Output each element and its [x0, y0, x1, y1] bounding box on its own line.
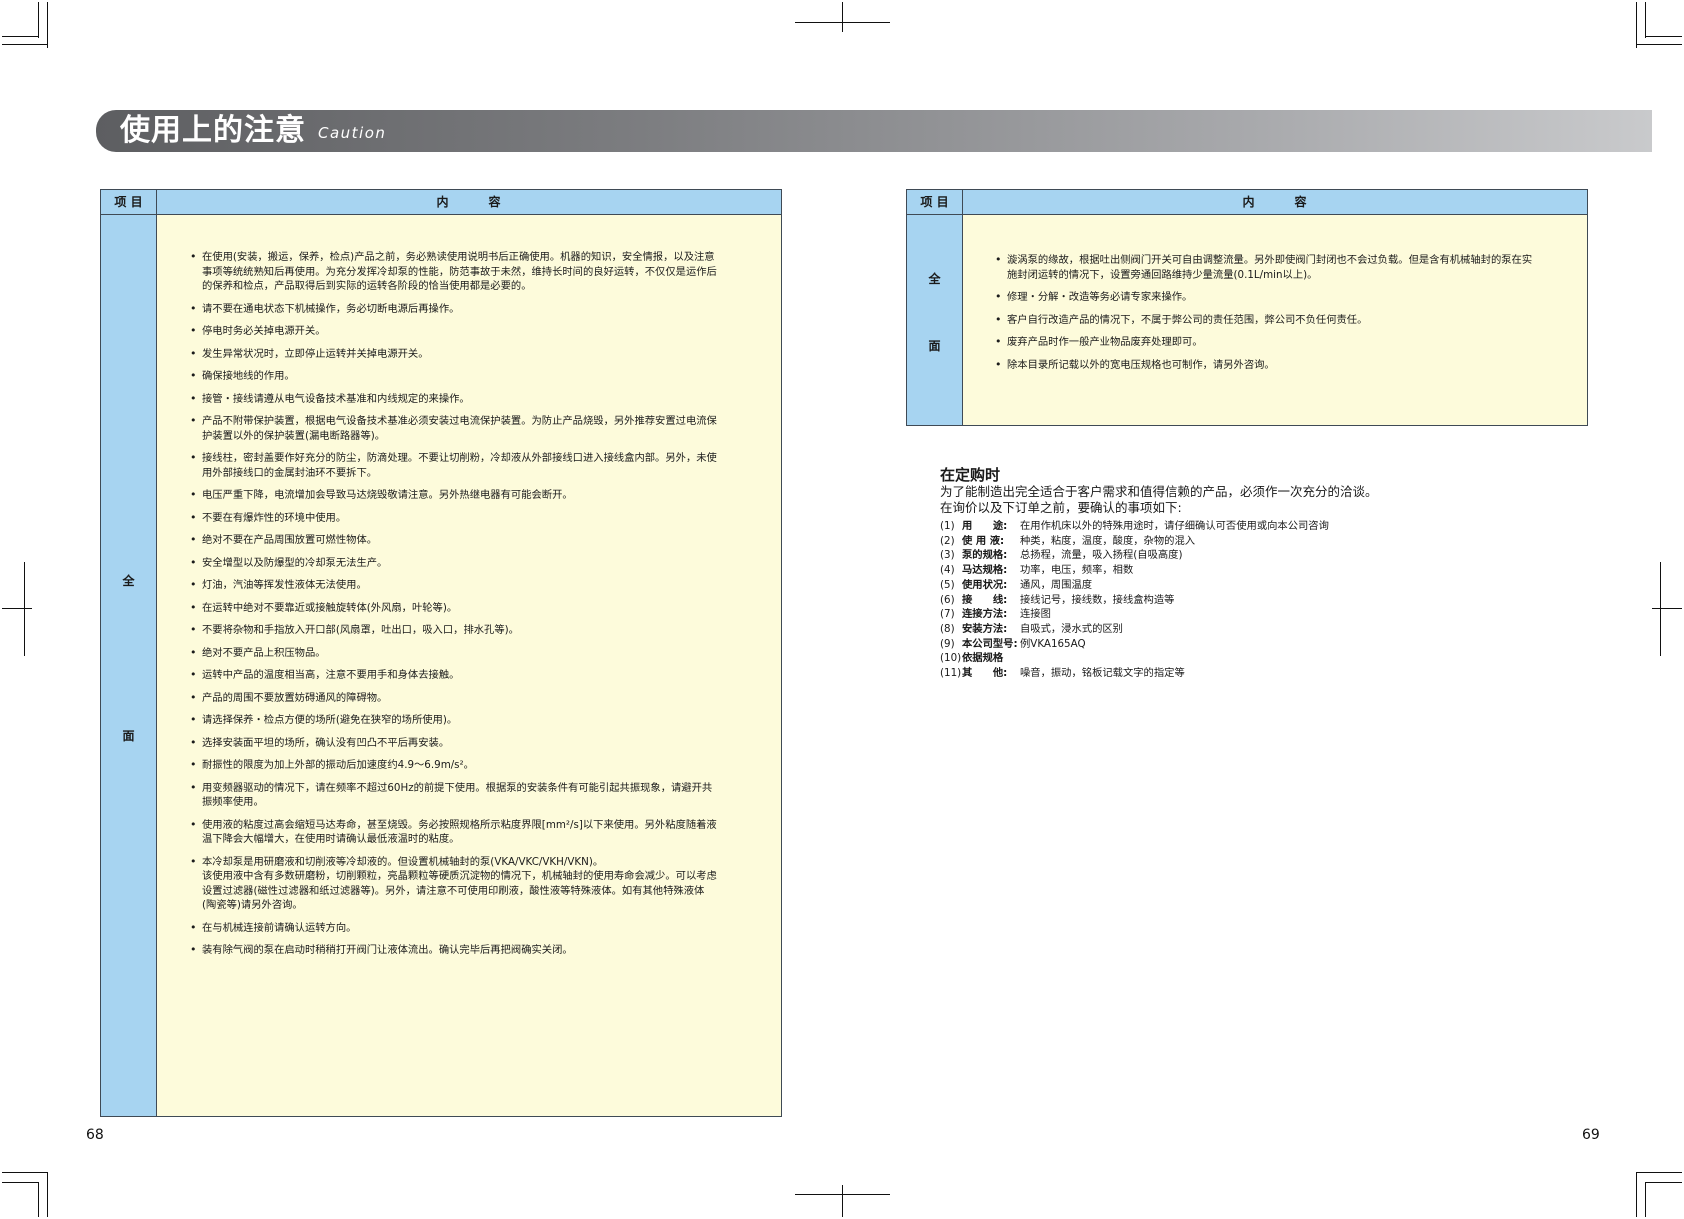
item-text: 噪音，振动，铭板记载文字的指定等: [1020, 667, 1185, 680]
item-number: (1): [940, 520, 955, 532]
list-item: (8) 安装方法: 自吸式，浸水式的区别: [940, 622, 1329, 637]
list-item: 选择安装面平坦的场所，确认没有凹凸不平后再安装。: [190, 736, 760, 751]
list-item: 装有除气阀的泵在启动时稍稍打开阀门让液体流出。确认完毕后再把阀确实关闭。: [190, 943, 760, 958]
list-item: (3) 泵的规格: 总扬程，流量，吸入扬程(自吸高度): [940, 548, 1329, 563]
list-item: (11)其 他: 噪音，振动，铭板记载文字的指定等: [940, 666, 1329, 681]
item-text: 种类，粘度，温度，酸度，杂物的混入: [1020, 534, 1196, 547]
list-item: 绝对不要产品上积压物品。: [190, 646, 760, 661]
list-item: 除本目录所记载以外的宽电压规格也可制作，请另外咨询。: [995, 358, 1575, 373]
item-number: (7): [940, 608, 955, 621]
list-item: (1) 用 途: 在用作机床以外的特殊用途时，请仔细确认可否使用或向本公司咨询: [940, 519, 1329, 534]
list-item: (4) 马达规格: 功率，电压，频率，相数: [940, 563, 1329, 578]
list-item: 请不要在通电状态下机械操作，务必切断电源后再操作。: [190, 302, 760, 317]
item-text: 通风，周围温度: [1020, 578, 1093, 591]
item-char: 全: [122, 574, 135, 588]
item-char: 全: [928, 272, 941, 286]
item-label: 本公司型号:: [962, 637, 1018, 650]
list-item: (7) 连接方法: 连接图: [940, 607, 1329, 622]
list-item: 安全增型以及防爆型的冷却泵无法生产。: [190, 556, 760, 571]
order-heading: 在定购时: [940, 466, 1001, 484]
list-item: 电压严重下降，电流增加会导致马达烧毁敬请注意。另外热继电器有可能会断开。: [190, 488, 760, 503]
item-label: 安装方法:: [962, 622, 1008, 635]
page-number-right: 69: [1582, 1127, 1600, 1143]
item-number: (11): [940, 667, 962, 680]
item-text: 连接图: [1020, 608, 1051, 621]
item-number: (6): [940, 593, 955, 606]
item-label: 其 他:: [962, 667, 1008, 680]
item-label: 使用状况:: [962, 578, 1008, 591]
order-intro-line: 为了能制造出完全适合于客户需求和值得信赖的产品，必须作一次充分的洽谈。: [940, 484, 1378, 499]
list-item: 绝对不要在产品周围放置可燃性物体。: [190, 533, 760, 548]
order-intro-line: 在询价以及下订单之前，要确认的事项如下:: [940, 500, 1182, 515]
item-number: (2): [940, 534, 955, 547]
item-column: 全 面: [907, 215, 963, 425]
item-number: (8): [940, 622, 955, 635]
list-item: 在与机械连接前请确认运转方向。: [190, 921, 760, 936]
list-item: 接管・接线请遵从电气设备技术基准和内线规定的来操作。: [190, 392, 760, 407]
list-item: 在使用(安装，搬运，保养，检点)产品之前，务必熟读使用说明书后正确使用。机器的知…: [190, 250, 760, 294]
list-item: 用变频器驱动的情况下，请在频率不超过60Hz的前提下使用。根据泵的安装条件有可能…: [190, 781, 760, 810]
item-number: (4): [940, 564, 955, 577]
list-item: 请选择保养・检点方便的场所(避免在狭窄的场所使用)。: [190, 713, 760, 728]
item-label: 用 途:: [962, 520, 1008, 532]
list-item: (6) 接 线: 接线记号，接线数，接线盒构造等: [940, 593, 1329, 608]
caution-table-right: 项 目 内 容 全 面 漩涡泵的缘故，根据吐出侧阀门开关可自由调整流量。另外即使…: [906, 189, 1588, 426]
item-text: 接线记号，接线数，接线盒构造等: [1020, 593, 1175, 606]
item-label: 接 线:: [962, 593, 1008, 606]
list-item: 漩涡泵的缘故，根据吐出侧阀门开关可自由调整流量。另外即使阀门封闭也不会过负载。但…: [995, 253, 1575, 282]
table-header: 项 目 内 容: [907, 190, 1587, 215]
list-item: (5) 使用状况: 通风，周围温度: [940, 578, 1329, 593]
item-label: 使 用 液:: [962, 534, 1005, 547]
list-item: 本冷却泵是用研磨液和切削液等冷却液的。但设置机械轴封的泵(VKA/VKC/VKH…: [190, 855, 760, 913]
list-item: (9) 本公司型号: 例VKA165AQ: [940, 637, 1329, 652]
item-label: 连接方法:: [962, 608, 1008, 621]
item-column: 全 面: [101, 215, 157, 1116]
item-char: 面: [122, 729, 135, 743]
list-item: 客户自行改造产品的情况下，不属于弊公司的责任范围，弊公司不负任何责任。: [995, 313, 1575, 328]
list-item: 修理・分解・改造等务必请专家来操作。: [995, 290, 1575, 305]
page-subtitle: Caution: [318, 124, 387, 142]
order-checklist: (1) 用 途: 在用作机床以外的特殊用途时，请仔细确认可否使用或向本公司咨询 (2…: [940, 519, 1329, 681]
list-item: 运转中产品的温度相当高，注意不要用手和身体去接触。: [190, 668, 760, 683]
page-title: 使用上的注意: [120, 113, 306, 148]
list-item: 耐振性的限度为加上外部的振动后加速度约4.9～6.9m/s²。: [190, 758, 760, 773]
list-item: (10)依据规格: [940, 651, 1329, 666]
caution-table-left: 项 目 内 容 全 面 在使用(安装，搬运，保养，检点)产品之前，务必熟读使用说…: [100, 189, 782, 1117]
item-text: 自吸式，浸水式的区别: [1020, 622, 1123, 635]
list-item: 发生异常状况时，立即停止运转并关掉电源开关。: [190, 347, 760, 362]
list-item: 接线柱，密封盖要作好充分的防尘，防滴处理。不要让切削粉，冷却液从外部接线口进入接…: [190, 451, 760, 480]
item-char: 面: [928, 339, 941, 353]
item-number: (3): [940, 549, 955, 562]
list-item: 灯油，汽油等挥发性液体无法使用。: [190, 578, 760, 593]
list-item: 产品不附带保护装置，根据电气设备技术基准必须安装过电流保护装置。为防止产品烧毁，…: [190, 414, 760, 443]
table-header: 项 目 内 容: [101, 190, 781, 215]
list-item: (2) 使 用 液: 种类，粘度，温度，酸度，杂物的混入: [940, 534, 1329, 549]
list-item: 不要将杂物和手指放入开口部(风扇罩，吐出口，吸入口，排水孔等)。: [190, 623, 760, 638]
list-item: 确保接地线的作用。: [190, 369, 760, 384]
list-item: 产品的周围不要放置妨碍通风的障碍物。: [190, 691, 760, 706]
item-label: 依据规格: [962, 652, 1004, 665]
item-text: 功率，电压，频率，相数: [1020, 564, 1134, 577]
item-text: 在用作机床以外的特殊用途时，请仔细确认可否使用或向本公司咨询: [1020, 520, 1329, 532]
list-item: 停电时务必关掉电源开关。: [190, 324, 760, 339]
item-number: (9): [940, 637, 955, 650]
item-label: 泵的规格:: [962, 549, 1008, 562]
caution-list: 漩涡泵的缘故，根据吐出侧阀门开关可自由调整流量。另外即使阀门封闭也不会过负载。但…: [995, 253, 1575, 380]
header-content: 内 容: [1242, 195, 1308, 209]
header-content: 内 容: [436, 195, 502, 209]
caution-list: 在使用(安装，搬运，保养，检点)产品之前，务必熟读使用说明书后正确使用。机器的知…: [190, 250, 760, 966]
header-item: 项 目: [907, 190, 963, 214]
list-item: 在运转中绝对不要靠近或接触旋转体(外风扇，叶轮等)。: [190, 601, 760, 616]
item-text: 总扬程，流量，吸入扬程(自吸高度): [1020, 549, 1183, 562]
item-number: (5): [940, 578, 955, 591]
header-item: 项 目: [101, 190, 157, 214]
list-item: 废弃产品时作一般产业物品废弃处理即可。: [995, 335, 1575, 350]
item-label: 马达规格:: [962, 564, 1008, 577]
list-item: 使用液的粘度过高会缩短马达寿命，甚至烧毁。务必按照规格所示粘度界限[mm²/s]…: [190, 818, 760, 847]
list-item: 不要在有爆炸性的环境中使用。: [190, 511, 760, 526]
page-number-left: 68: [86, 1127, 104, 1143]
order-intro: 为了能制造出完全适合于客户需求和值得信赖的产品，必须作一次充分的洽谈。 在询价以…: [940, 484, 1378, 516]
item-number: (10): [940, 652, 962, 665]
item-text: 例VKA165AQ: [1020, 637, 1086, 650]
